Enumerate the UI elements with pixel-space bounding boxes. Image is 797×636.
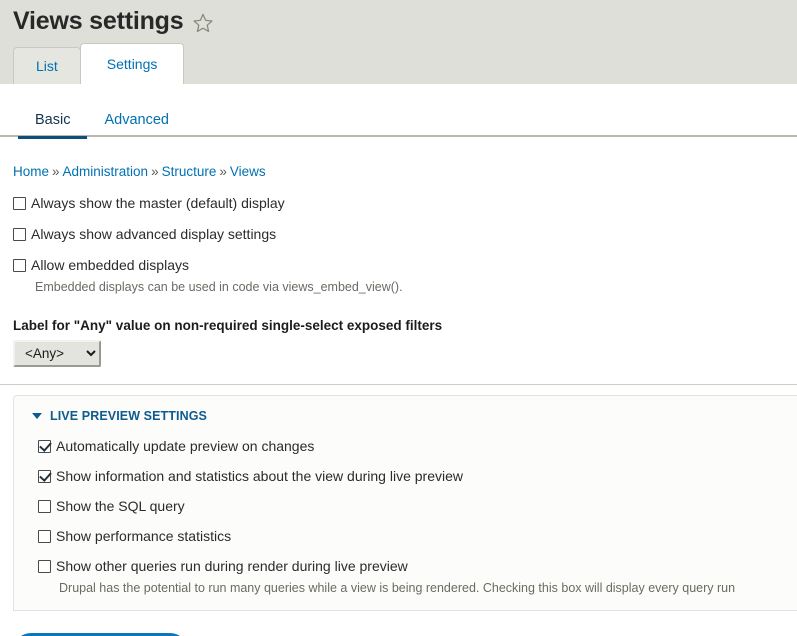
checkbox-label-show-other-queries[interactable]: Show other queries run during render dur… [56, 558, 408, 575]
fieldset-body-live-preview: Automatically update preview on changes … [14, 438, 797, 596]
checkbox-row-always-show-advanced[interactable]: Always show advanced display settings [13, 226, 797, 243]
fieldset-live-preview-settings: LIVE PREVIEW SETTINGS Automatically upda… [13, 395, 797, 611]
checkbox-row-show-info-statistics[interactable]: Show information and statistics about th… [38, 468, 797, 485]
checkbox-allow-embedded[interactable] [13, 259, 26, 272]
breadcrumb-separator: » [219, 164, 227, 179]
subtab-advanced[interactable]: Advanced [87, 105, 186, 137]
primary-tabs: List Settings [13, 43, 185, 84]
select-any-value-wrapper: <Any> [13, 340, 797, 367]
checkbox-show-other-queries[interactable] [38, 560, 51, 573]
triangle-down-icon[interactable] [32, 413, 42, 419]
checkbox-row-auto-update-preview[interactable]: Automatically update preview on changes [38, 438, 797, 455]
breadcrumb: Home» Administration» Structure» Views [13, 163, 797, 181]
checkbox-always-show-master[interactable] [13, 197, 26, 210]
checkbox-always-show-advanced[interactable] [13, 228, 26, 241]
checkbox-row-show-other-queries[interactable]: Show other queries run during render dur… [38, 558, 797, 575]
breadcrumb-separator: » [52, 164, 60, 179]
section-divider [0, 384, 797, 385]
checkbox-show-sql-query[interactable] [38, 500, 51, 513]
page-title-row: Views settings [0, 0, 797, 36]
label-any-value: Label for "Any" value on non-required si… [13, 318, 443, 333]
breadcrumb-item-views[interactable]: Views [230, 164, 266, 179]
subtab-basic[interactable]: Basic [18, 105, 88, 139]
checkbox-row-show-performance-statistics[interactable]: Show performance statistics [38, 528, 797, 545]
breadcrumb-item-administration[interactable]: Administration [63, 164, 149, 179]
tab-list[interactable]: List [13, 47, 81, 84]
form-actions: Save configuration [13, 611, 797, 636]
star-outline-icon[interactable] [192, 12, 214, 34]
page-header: Views settings List Settings [0, 0, 797, 84]
checkbox-label-always-show-master[interactable]: Always show the master (default) display [31, 195, 285, 212]
breadcrumb-item-home[interactable]: Home [13, 164, 49, 179]
fieldset-legend-label: LIVE PREVIEW SETTINGS [50, 409, 207, 423]
checkbox-show-info-statistics[interactable] [38, 470, 51, 483]
checkbox-row-show-sql-query[interactable]: Show the SQL query [38, 498, 797, 515]
checkbox-label-show-info-statistics[interactable]: Show information and statistics about th… [56, 468, 463, 485]
description-show-other-queries: Drupal has the potential to run many que… [59, 581, 736, 595]
fieldset-legend-live-preview[interactable]: LIVE PREVIEW SETTINGS [14, 408, 797, 424]
checkbox-label-show-performance-statistics[interactable]: Show performance statistics [56, 528, 231, 545]
checkbox-label-auto-update-preview[interactable]: Automatically update preview on changes [56, 438, 314, 455]
checkbox-auto-update-preview[interactable] [38, 440, 51, 453]
secondary-tabs: Basic Advanced [0, 103, 797, 139]
breadcrumb-item-structure[interactable]: Structure [162, 164, 217, 179]
checkbox-label-allow-embedded[interactable]: Allow embedded displays [31, 257, 189, 274]
checkbox-label-show-sql-query[interactable]: Show the SQL query [56, 498, 185, 515]
checkbox-label-always-show-advanced[interactable]: Always show advanced display settings [31, 226, 276, 243]
description-allow-embedded: Embedded displays can be used in code vi… [35, 280, 403, 294]
checkbox-row-always-show-master[interactable]: Always show the master (default) display [13, 195, 797, 212]
breadcrumb-separator: » [151, 164, 159, 179]
select-any-value[interactable]: <Any> [13, 340, 101, 367]
page-title: Views settings [13, 7, 184, 35]
content-area: Home» Administration» Structure» Views Alwa… [0, 163, 797, 636]
checkbox-show-performance-statistics[interactable] [38, 530, 51, 543]
checkbox-row-allow-embedded[interactable]: Allow embedded displays [13, 257, 797, 274]
tab-settings[interactable]: Settings [79, 43, 185, 84]
